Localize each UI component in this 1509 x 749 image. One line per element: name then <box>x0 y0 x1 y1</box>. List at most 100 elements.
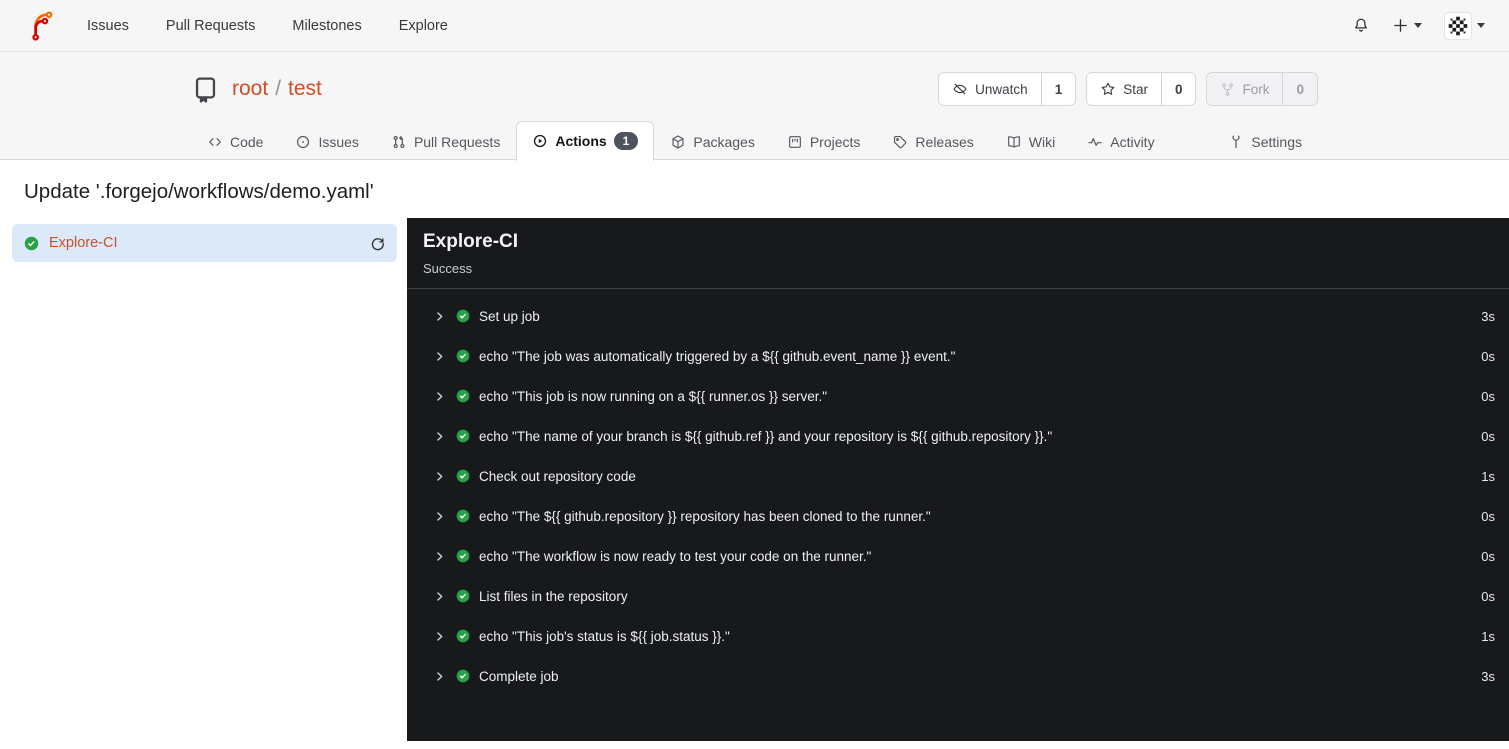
job-panel-header: Explore-CI Success <box>407 218 1509 289</box>
step-row[interactable]: Set up job 3s <box>407 296 1509 336</box>
tab-wiki[interactable]: Wiki <box>990 123 1071 161</box>
repo-name-link[interactable]: test <box>288 77 322 101</box>
tab-code[interactable]: Code <box>191 123 279 161</box>
fork-button: Fork <box>1207 73 1283 105</box>
refresh-icon[interactable] <box>369 235 386 252</box>
forgejo-logo[interactable] <box>24 10 55 41</box>
jobs-sidebar: Explore-CI <box>0 218 407 745</box>
fork-button-group: Fork 0 <box>1206 72 1318 106</box>
star-icon <box>1101 82 1115 95</box>
success-check-icon <box>24 236 39 250</box>
step-row[interactable]: Check out repository code 1s <box>407 456 1509 496</box>
chevron-right-icon <box>437 431 443 441</box>
chevron-right-icon <box>437 591 443 601</box>
step-row[interactable]: echo "This job is now running on a ${{ r… <box>407 376 1509 416</box>
plus-icon <box>1394 19 1407 32</box>
chevron-right-icon <box>437 551 443 561</box>
step-duration: 0s <box>1481 548 1495 564</box>
step-label: echo "The workflow is now ready to test … <box>479 548 872 564</box>
tab-settings[interactable]: Settings <box>1212 123 1318 161</box>
step-duration: 0s <box>1481 428 1495 444</box>
success-check-icon <box>456 549 470 563</box>
chevron-right-icon <box>437 671 443 681</box>
star-button-group: Star 0 <box>1086 72 1197 106</box>
user-menu[interactable] <box>1444 11 1485 40</box>
nav-pull-requests[interactable]: Pull Requests <box>166 18 255 34</box>
step-row[interactable]: echo "The job was automatically triggere… <box>407 336 1509 376</box>
package-icon <box>672 135 684 149</box>
watch-button-group: Unwatch 1 <box>938 72 1077 106</box>
step-duration: 0s <box>1481 348 1495 364</box>
fork-icon <box>1222 82 1234 96</box>
step-row[interactable]: echo "This job's status is ${{ job.statu… <box>407 616 1509 656</box>
tab-packages[interactable]: Packages <box>654 123 770 161</box>
create-new-button[interactable] <box>1392 17 1422 34</box>
code-icon <box>209 138 221 146</box>
user-avatar <box>1444 11 1472 40</box>
breadcrumb-separator: / <box>275 77 282 100</box>
breadcrumb: root / test <box>232 77 322 101</box>
step-label: echo "This job is now running on a ${{ r… <box>479 388 828 404</box>
step-row[interactable]: echo "The ${{ github.repository }} repos… <box>407 496 1509 536</box>
page-title: Update '.forgejo/workflows/demo.yaml' <box>24 180 374 203</box>
pulse-icon <box>1088 138 1102 146</box>
step-row[interactable]: echo "The workflow is now ready to test … <box>407 536 1509 576</box>
repo-owner-link[interactable]: root <box>232 77 268 101</box>
step-duration: 0s <box>1481 588 1495 604</box>
success-check-icon <box>456 389 470 403</box>
eye-off-icon <box>953 83 967 95</box>
step-label: Set up job <box>479 308 540 324</box>
pull-request-icon <box>393 135 405 149</box>
step-row[interactable]: echo "The name of your branch is ${{ git… <box>407 416 1509 456</box>
notifications-bell-icon[interactable] <box>1352 17 1370 35</box>
job-label: Explore-CI <box>49 235 118 251</box>
nav-issues[interactable]: Issues <box>87 18 129 34</box>
step-duration: 0s <box>1481 508 1495 524</box>
step-label: echo "The job was automatically triggere… <box>479 348 956 364</box>
step-list: Set up job 3s echo "The job was automati… <box>407 289 1509 696</box>
watch-count[interactable]: 1 <box>1040 73 1076 105</box>
tab-projects[interactable]: Projects <box>771 123 877 161</box>
workflow-run-view: Explore-CI Explore-CI Success Set up job… <box>0 218 1509 745</box>
chevron-right-icon <box>437 631 443 641</box>
chevron-right-icon <box>437 471 443 481</box>
step-label: List files in the repository <box>479 588 628 604</box>
repo-header: root / test Unwatch 1 Star 0 Fork 0 Code… <box>0 52 1509 161</box>
job-log-panel: Explore-CI Success Set up job 3s echo "T… <box>407 218 1509 741</box>
star-button[interactable]: Star <box>1087 73 1161 105</box>
nav-milestones[interactable]: Milestones <box>292 18 361 34</box>
top-nav-links: Issues Pull Requests Milestones Explore <box>87 18 448 34</box>
tab-releases[interactable]: Releases <box>876 123 989 161</box>
nav-explore[interactable]: Explore <box>399 18 448 34</box>
success-check-icon <box>456 469 470 483</box>
chevron-right-icon <box>437 391 443 401</box>
job-status: Success <box>423 261 473 276</box>
job-item-explore-ci[interactable]: Explore-CI <box>12 224 397 262</box>
repo-tabs: Code Issues Pull Requests Actions 1 Pack… <box>191 121 1318 161</box>
step-duration: 3s <box>1481 308 1495 324</box>
chevron-right-icon <box>437 351 443 361</box>
fork-count: 0 <box>1282 73 1317 105</box>
tab-actions[interactable]: Actions 1 <box>516 121 655 161</box>
success-check-icon <box>456 589 470 603</box>
step-row[interactable]: Complete job 3s <box>407 656 1509 696</box>
success-check-icon <box>456 429 470 443</box>
success-check-icon <box>456 309 470 323</box>
step-duration: 1s <box>1481 468 1495 484</box>
step-label: echo "The ${{ github.repository }} repos… <box>479 508 931 524</box>
star-count[interactable]: 0 <box>1160 73 1196 105</box>
unwatch-button[interactable]: Unwatch <box>939 73 1041 105</box>
step-duration: 1s <box>1481 628 1495 644</box>
top-navbar: Issues Pull Requests Milestones Explore <box>0 0 1509 52</box>
chevron-right-icon <box>437 511 443 521</box>
tab-pull-requests[interactable]: Pull Requests <box>375 123 516 161</box>
step-row[interactable]: List files in the repository 0s <box>407 576 1509 616</box>
step-label: echo "This job's status is ${{ job.statu… <box>479 628 730 644</box>
tab-issues[interactable]: Issues <box>279 123 374 161</box>
success-check-icon <box>456 629 470 643</box>
project-board-icon <box>788 136 801 148</box>
success-check-icon <box>456 349 470 363</box>
actions-count-badge: 1 <box>613 132 639 150</box>
tab-activity[interactable]: Activity <box>1071 123 1170 161</box>
chevron-down-icon <box>1414 23 1422 28</box>
